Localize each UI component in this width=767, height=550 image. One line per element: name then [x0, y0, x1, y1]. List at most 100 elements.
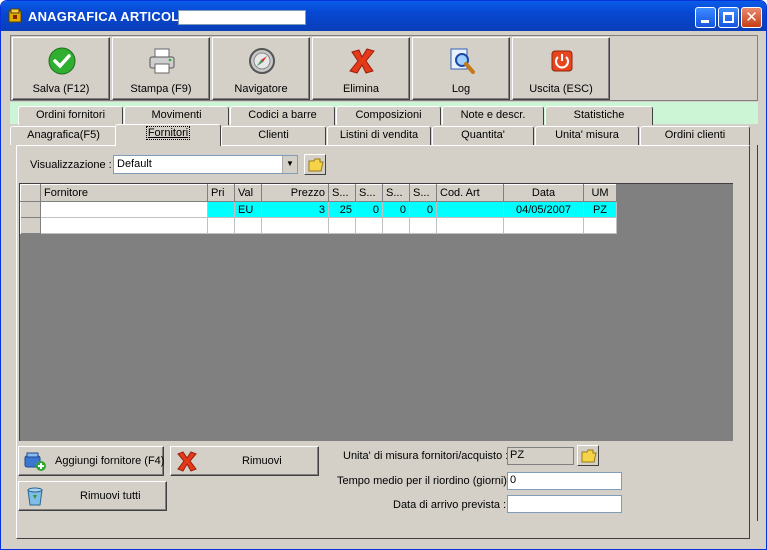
article-name-field [178, 10, 306, 25]
add-supplier-icon [24, 452, 46, 471]
cell-data[interactable]: 04/05/2007 [503, 201, 584, 218]
reorder-days-field[interactable]: 0 [507, 472, 622, 490]
add-supplier-button[interactable]: Aggiungi fornitore (F4) [18, 446, 164, 476]
grid-header-row: Fornitore Pri Val Prezzo S... S... S... … [20, 184, 617, 202]
table-row[interactable] [20, 217, 617, 234]
cell-cod-art[interactable] [436, 217, 504, 234]
cell-cod-art[interactable] [436, 201, 504, 218]
cell-val[interactable]: EU [234, 201, 262, 218]
cell-sconto-3[interactable] [382, 217, 410, 234]
folder-icon [581, 449, 597, 463]
log-label: Log [451, 83, 471, 95]
navigator-button[interactable]: Navigatore [212, 37, 310, 100]
grid-corner [20, 184, 41, 202]
view-label: Visualizzazione : [30, 159, 112, 171]
tab-movimenti[interactable]: Movimenti [124, 106, 229, 125]
tab-clienti[interactable]: Clienti [221, 126, 326, 145]
row-header[interactable] [20, 217, 41, 234]
toolbar: Salva (F12) Stampa (F9) Navigatore Elimi… [10, 35, 758, 101]
view-select[interactable]: Default ▼ [113, 155, 298, 174]
cell-val[interactable] [234, 217, 262, 234]
power-icon [551, 50, 573, 72]
delete-label: Elimina [342, 83, 380, 95]
unit-field[interactable]: PZ [507, 447, 574, 465]
col-sconto-1[interactable]: S... [328, 184, 356, 202]
col-cod-art[interactable]: Cod. Art [436, 184, 504, 202]
unit-folder-button[interactable] [577, 445, 599, 466]
compass-icon [249, 48, 275, 74]
col-sconto-4[interactable]: S... [409, 184, 437, 202]
tab-note-e-descr[interactable]: Note e descr. [442, 106, 544, 125]
delete-button[interactable]: Elimina [312, 37, 410, 100]
maximize-button[interactable] [718, 7, 739, 28]
cell-sconto-4[interactable]: 0 [409, 201, 437, 218]
tab-unita-misura[interactable]: Unita' misura [535, 126, 639, 145]
view-folder-button[interactable] [304, 154, 326, 175]
cell-sconto-2[interactable]: 0 [355, 201, 383, 218]
col-prezzo[interactable]: Prezzo [261, 184, 329, 202]
folder-icon [308, 158, 324, 172]
log-button[interactable]: Log [412, 37, 510, 100]
cell-pri[interactable] [207, 217, 235, 234]
title-bar[interactable]: ANAGRAFICA ARTICOLI - ✕ [1, 1, 766, 31]
cell-sconto-4[interactable] [409, 217, 437, 234]
tab-statistiche[interactable]: Statistiche [545, 106, 653, 125]
cell-um[interactable] [583, 217, 617, 234]
exit-label: Uscita (ESC) [529, 83, 593, 95]
cell-fornitore[interactable] [40, 217, 208, 234]
cell-sconto-2[interactable] [355, 217, 383, 234]
remove-all-button[interactable]: Rimuovi tutti [18, 481, 167, 511]
tab-ordini-fornitori[interactable]: Ordini fornitori [18, 106, 123, 125]
tab-fornitori[interactable]: Fornitori [115, 124, 221, 146]
print-label: Stampa (F9) [130, 83, 192, 95]
cell-um[interactable]: PZ [583, 201, 617, 218]
cell-data[interactable] [503, 217, 584, 234]
col-val[interactable]: Val [234, 184, 262, 202]
tab-anagrafica[interactable]: Anagrafica(F5) [10, 126, 117, 145]
main-window: ANAGRAFICA ARTICOLI - ✕ Salva (F12) Stam… [0, 0, 767, 550]
tab-fornitori-label: Fornitori [145, 126, 191, 140]
chevron-down-icon[interactable]: ▼ [282, 156, 297, 173]
col-fornitore[interactable]: Fornitore [40, 184, 208, 202]
col-um[interactable]: UM [583, 184, 617, 202]
arrival-date-field[interactable] [507, 495, 622, 513]
row-header[interactable] [20, 201, 41, 218]
col-pri[interactable]: Pri [207, 184, 235, 202]
tab-composizioni[interactable]: Composizioni [336, 106, 441, 125]
reorder-label: Tempo medio per il riordino (giorni) : [337, 475, 514, 487]
col-sconto-3[interactable]: S... [382, 184, 410, 202]
view-select-value: Default [117, 158, 152, 170]
tab-codici-a-barre[interactable]: Codici a barre [230, 106, 335, 125]
magnifier-icon [450, 48, 475, 74]
suppliers-grid[interactable]: Fornitore Pri Val Prezzo S... S... S... … [19, 183, 733, 441]
cell-pri[interactable] [207, 201, 235, 218]
add-supplier-label: Aggiungi fornitore (F4) [55, 455, 165, 467]
col-sconto-2[interactable]: S... [355, 184, 383, 202]
remove-label: Rimuovi [242, 455, 282, 467]
minimize-button[interactable] [695, 7, 716, 28]
save-label: Salva (F12) [32, 83, 90, 95]
save-button[interactable]: Salva (F12) [12, 37, 110, 100]
table-row[interactable]: EU 3 25 0 0 0 04/05/2007 PZ [20, 201, 617, 218]
tab-listini-di-vendita[interactable]: Listini di vendita [327, 126, 431, 145]
tab-ordini-clienti[interactable]: Ordini clienti [640, 126, 750, 145]
cell-prezzo[interactable] [261, 217, 329, 234]
close-button[interactable]: ✕ [741, 7, 762, 28]
print-button[interactable]: Stampa (F9) [112, 37, 210, 100]
suppliers-table: Fornitore Pri Val Prezzo S... S... S... … [20, 184, 617, 234]
cell-fornitore[interactable] [40, 201, 208, 218]
col-data[interactable]: Data [503, 184, 584, 202]
cell-sconto-1[interactable] [328, 217, 356, 234]
tab-quantita[interactable]: Quantita' [432, 126, 534, 145]
cell-sconto-3[interactable]: 0 [382, 201, 410, 218]
remove-button[interactable]: Rimuovi [170, 446, 319, 476]
trash-icon [27, 487, 43, 506]
delete-x-icon [177, 451, 197, 472]
exit-button[interactable]: Uscita (ESC) [512, 37, 610, 100]
navigator-label: Navigatore [234, 83, 288, 95]
window-title: ANAGRAFICA ARTICOLI - [28, 9, 192, 24]
printer-icon [149, 48, 175, 74]
cell-prezzo[interactable]: 3 [261, 201, 329, 218]
cell-sconto-1[interactable]: 25 [328, 201, 356, 218]
remove-all-label: Rimuovi tutti [80, 490, 141, 502]
